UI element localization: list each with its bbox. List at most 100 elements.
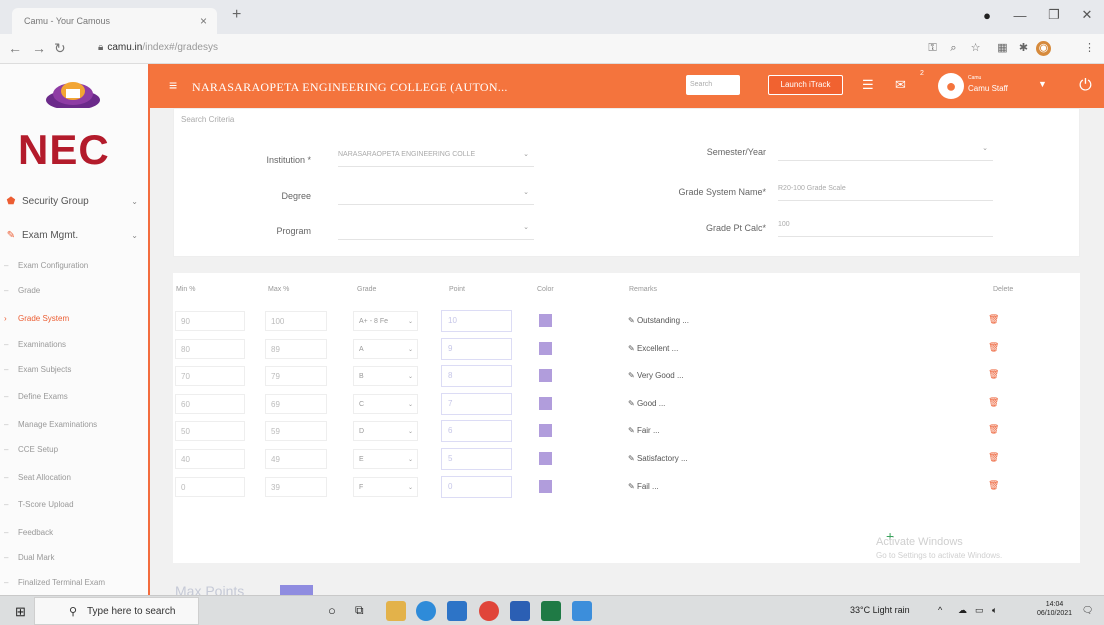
sidebar-sub-t-score-upload[interactable]: T-Score Upload — [18, 499, 148, 511]
color-swatch[interactable] — [539, 452, 552, 465]
min-percent-input[interactable]: 40 — [175, 449, 245, 469]
star-icon[interactable]: ☆ — [968, 41, 983, 56]
min-percent-input[interactable]: 80 — [175, 339, 245, 359]
notification-icon[interactable]: 🗨︎ — [1082, 605, 1093, 616]
windows-start-icon[interactable]: ⊞ — [15, 604, 26, 620]
close-window-icon[interactable]: ✕ — [1076, 5, 1098, 25]
menu-icon[interactable]: ⋮ — [1082, 41, 1097, 56]
remark-text[interactable]: ✎ Fair ... — [628, 426, 660, 435]
sidebar-sub-manage-examinations[interactable]: Manage Examinations — [18, 419, 148, 431]
program-select[interactable]: ⌄ — [338, 218, 534, 240]
semester-select[interactable]: ⌄ — [778, 139, 993, 161]
new-tab-button[interactable]: + — [232, 6, 241, 24]
network-icon[interactable]: ☁ — [958, 605, 967, 616]
sidebar-sub-exam-configuration[interactable]: Exam Configuration — [18, 260, 148, 272]
remark-text[interactable]: ✎ Good ... — [628, 399, 665, 408]
task-view-icon[interactable]: ⧉ — [355, 603, 375, 623]
color-swatch[interactable] — [539, 480, 552, 493]
point-input[interactable]: 0 — [441, 476, 512, 498]
launch-itrack-button[interactable]: Launch iTrack — [768, 75, 843, 95]
clock[interactable]: 14:04 06/10/2021 — [1037, 600, 1072, 618]
zoom-icon[interactable]: ⌕ — [946, 41, 961, 56]
point-input[interactable]: 8 — [441, 365, 512, 387]
max-percent-input[interactable]: 100 — [265, 311, 327, 331]
sidebar-sub-seat-allocation[interactable]: Seat Allocation — [18, 472, 148, 484]
remark-text[interactable]: ✎ Very Good ... — [628, 371, 684, 380]
user-name[interactable]: Camu Staff — [968, 84, 1008, 93]
color-swatch[interactable] — [539, 342, 552, 355]
caret-down-icon[interactable]: ▼ — [1038, 79, 1047, 89]
taskbar-search-input[interactable]: ⚲ Type here to search — [34, 597, 199, 625]
delete-icon[interactable]: 🗑︎ — [988, 424, 999, 435]
max-percent-input[interactable]: 39 — [265, 477, 327, 497]
forward-icon[interactable]: → — [32, 40, 46, 56]
tray-chevron-icon[interactable]: ^ — [938, 605, 942, 615]
delete-icon[interactable]: 🗑︎ — [988, 314, 999, 325]
sidebar-sub-grade[interactable]: Grade — [18, 285, 148, 297]
hamburger-menu-icon[interactable]: ≡ — [169, 77, 177, 93]
grade-select[interactable]: A+ - 8 Fe ⌄ — [353, 311, 418, 331]
max-percent-input[interactable]: 49 — [265, 449, 327, 469]
word-icon[interactable] — [510, 601, 530, 621]
grade-select[interactable]: D ⌄ — [353, 421, 418, 441]
weather-text[interactable]: 33°C Light rain — [850, 605, 910, 615]
min-percent-input[interactable]: 70 — [175, 366, 245, 386]
list-icon[interactable]: ☰ — [862, 77, 874, 93]
color-swatch[interactable] — [539, 369, 552, 382]
sidebar-sub-define-exams[interactable]: Define Exams — [18, 391, 148, 403]
sidebar-sub-exam-subjects[interactable]: Exam Subjects — [18, 364, 148, 376]
grade-system-input[interactable]: R20-100 Grade Scale — [778, 179, 993, 201]
sidebar-sub-dual-mark[interactable]: Dual Mark — [18, 552, 148, 564]
max-percent-input[interactable]: 79 — [265, 366, 327, 386]
store-icon[interactable] — [447, 601, 467, 621]
reload-icon[interactable]: ↻ — [54, 40, 66, 57]
avatar-icon[interactable]: ◉ — [1036, 41, 1051, 56]
delete-icon[interactable]: 🗑︎ — [988, 452, 999, 463]
sidebar-sub-cce-setup[interactable]: CCE Setup — [18, 444, 148, 456]
grade-select[interactable]: A ⌄ — [353, 339, 418, 359]
institution-select[interactable]: NARASARAOPETA ENGINEERING COLLE ⌄ — [338, 145, 534, 167]
sidebar-sub-finalized-terminal-exam[interactable]: Finalized Terminal Exam — [18, 577, 148, 589]
point-input[interactable]: 9 — [441, 338, 512, 360]
remark-text[interactable]: ✎ Fail ... — [628, 482, 659, 491]
profile-icon[interactable]: ● — [976, 5, 998, 25]
sidebar-sub-grade-system[interactable]: Grade System — [18, 313, 148, 325]
minimize-icon[interactable]: — — [1009, 5, 1031, 25]
color-swatch[interactable] — [539, 424, 552, 437]
delete-icon[interactable]: 🗑︎ — [988, 342, 999, 353]
battery-icon[interactable]: ▭ — [975, 605, 984, 616]
puzzle-icon[interactable]: ✱ — [1016, 41, 1031, 56]
delete-icon[interactable]: 🗑︎ — [988, 480, 999, 491]
min-percent-input[interactable]: 60 — [175, 394, 245, 414]
grade-select[interactable]: B ⌄ — [353, 366, 418, 386]
point-input[interactable]: 6 — [441, 420, 512, 442]
min-percent-input[interactable]: 0 — [175, 477, 245, 497]
extension-icon[interactable]: ▦ — [995, 41, 1010, 56]
volume-icon[interactable]: 🔈︎ — [992, 605, 997, 616]
file-explorer-icon[interactable] — [386, 601, 406, 621]
grade-select[interactable]: F ⌄ — [353, 477, 418, 497]
grade-select[interactable]: E ⌄ — [353, 449, 418, 469]
grade-select[interactable]: C ⌄ — [353, 394, 418, 414]
back-icon[interactable]: ← — [8, 40, 22, 56]
user-avatar[interactable]: ● — [938, 73, 964, 99]
point-input[interactable]: 5 — [441, 448, 512, 470]
remark-text[interactable]: ✎ Outstanding ... — [628, 316, 689, 325]
sidebar-item-exam-mgmt[interactable]: ✎ Exam Mgmt. ⌄ — [0, 230, 148, 241]
cortana-icon[interactable]: ○ — [328, 603, 348, 623]
sidebar-sub-examinations[interactable]: Examinations — [18, 339, 148, 351]
power-icon[interactable]: ⏻ — [1067, 74, 1104, 98]
tab-close-icon[interactable]: × — [200, 14, 207, 28]
photos-icon[interactable] — [572, 601, 592, 621]
edge-icon[interactable] — [416, 601, 436, 621]
mail-icon[interactable]: ✉ — [895, 77, 906, 93]
max-percent-input[interactable]: 89 — [265, 339, 327, 359]
header-search-input[interactable]: Search — [686, 75, 740, 95]
excel-icon[interactable] — [541, 601, 561, 621]
max-percent-input[interactable]: 69 — [265, 394, 327, 414]
color-swatch[interactable] — [539, 314, 552, 327]
restore-icon[interactable]: ❐ — [1043, 5, 1065, 25]
point-input[interactable]: 10 — [441, 310, 512, 332]
delete-icon[interactable]: 🗑︎ — [988, 397, 999, 408]
grade-pt-calc-input[interactable]: 100 — [778, 215, 993, 237]
